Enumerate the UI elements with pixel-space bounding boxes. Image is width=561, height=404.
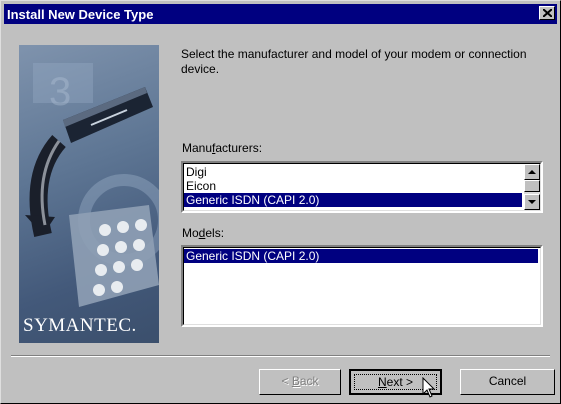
separator-line (11, 355, 550, 357)
modem-illustration: 3 (25, 63, 159, 307)
instructions-text: Select the manufacturer and model of you… (181, 47, 527, 76)
model-item-generic-isdn[interactable]: Generic ISDN (CAPI 2.0) (184, 249, 538, 263)
title-bar[interactable]: Install New Device Type (4, 4, 557, 24)
scroll-up-button[interactable] (524, 164, 540, 180)
models-list[interactable]: Generic ISDN (CAPI 2.0) (181, 245, 543, 327)
manufacturer-item-digi[interactable]: Digi (184, 165, 524, 179)
close-icon (543, 9, 552, 17)
scroll-up-arrow-icon (528, 170, 536, 174)
manufacturer-item-generic-isdn[interactable]: Generic ISDN (CAPI 2.0) (184, 193, 522, 207)
cancel-button[interactable]: Cancel (460, 369, 555, 395)
scroll-down-button[interactable] (524, 194, 540, 210)
manufacturers-label: Manufacturers: (182, 141, 263, 155)
close-button[interactable] (539, 6, 555, 20)
brand-logo: SYMANTEC. (23, 315, 137, 336)
scroll-thumb[interactable] (524, 180, 540, 192)
svg-text:3: 3 (49, 70, 71, 114)
window-title: Install New Device Type (7, 7, 154, 22)
manufacturers-scrollbar[interactable] (524, 164, 540, 210)
back-button[interactable]: < Back (259, 369, 341, 395)
wizard-side-image: 3 SYMANTEC. (19, 45, 159, 343)
models-label: Models: (182, 226, 225, 240)
scroll-down-arrow-icon (528, 200, 536, 204)
mouse-pointer-icon (422, 377, 436, 398)
install-new-device-type-dialog: Install New Device Type 3 SYMANTEC. Sele… (0, 0, 561, 404)
manufacturers-list[interactable]: Digi Eicon Generic ISDN (CAPI 2.0) (181, 161, 543, 213)
manufacturer-item-eicon[interactable]: Eicon (184, 179, 524, 193)
